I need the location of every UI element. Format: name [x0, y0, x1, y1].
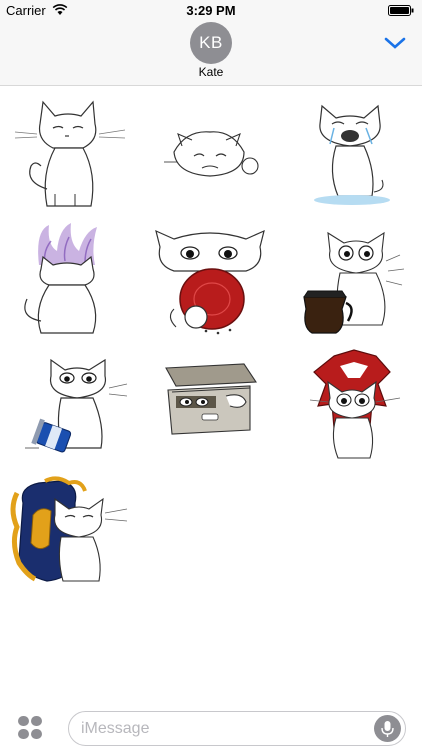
avatar[interactable]: KB [190, 22, 232, 64]
status-bar: Carrier 3:29 PM [0, 0, 422, 22]
message-bar: iMessage [0, 704, 422, 750]
cat-horde-emblem-icon [309, 349, 401, 459]
sticker-cat-crying[interactable] [290, 94, 420, 219]
sticker-cat-lying-with-ball[interactable] [146, 94, 276, 219]
sticker-cat-sitting[interactable] [5, 94, 135, 219]
sticker-cat-with-jar[interactable] [5, 348, 135, 473]
sticker-cat-with-red-plate[interactable] [146, 221, 276, 346]
sticker-cat-horde-emblem[interactable] [290, 348, 420, 473]
imessage-placeholder: iMessage [81, 720, 150, 737]
cat-crying-icon [314, 104, 390, 205]
cat-alliance-emblem-icon [10, 476, 128, 582]
contact-name[interactable]: Kate [0, 65, 422, 79]
cat-in-box-icon [165, 363, 257, 435]
chevron-down-icon[interactable] [384, 36, 406, 50]
cat-sitting-icon [14, 100, 126, 207]
cat-red-plate-icon [155, 229, 265, 335]
cat-coffee-pot-icon [303, 231, 405, 334]
cat-jar-icon [25, 358, 128, 453]
sticker-cat-back-purple-aura[interactable] [5, 221, 135, 346]
cat-back-aura-icon [24, 223, 97, 334]
clock-time: 3:29 PM [186, 3, 236, 18]
battery-icon [388, 5, 414, 16]
cat-lying-icon [164, 131, 259, 177]
mic-button[interactable] [374, 715, 401, 742]
imessage-input[interactable]: iMessage [68, 711, 406, 746]
microphone-icon [381, 721, 394, 737]
apps-grid-icon[interactable] [17, 715, 43, 741]
sticker-cat-with-coffee-pot[interactable] [290, 221, 420, 346]
conversation-header: KB Kate [0, 22, 422, 86]
sticker-cat-in-box[interactable] [146, 348, 276, 473]
sticker-cat-alliance-emblem[interactable] [5, 475, 135, 600]
